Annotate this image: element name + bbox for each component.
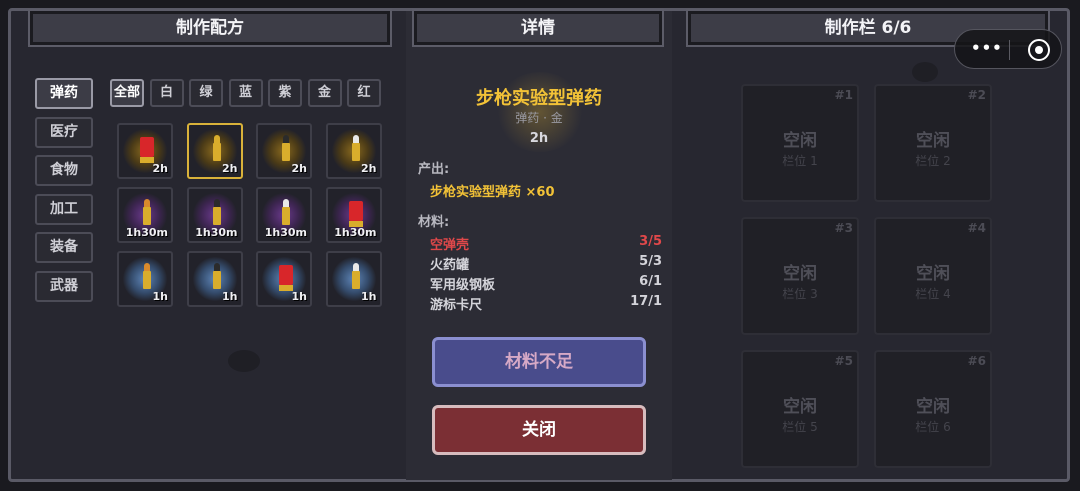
item-subtitle: 弹药 · 金 [515,111,563,125]
rarity-filter[interactable]: 金 [307,79,342,107]
output-label: 产出: [418,162,450,177]
category-tab[interactable]: 武器 [35,270,93,302]
category-tab[interactable]: 医疗 [35,116,93,148]
material-name: 军用级钢板 [430,278,496,293]
material-qty: 6/1 [639,274,662,289]
material-qty: 5/3 [639,254,662,269]
craft-time: 1h [152,290,169,303]
output-value: 步枪实验型弹药 ×60 [430,185,555,200]
craft-panel [682,11,1054,480]
craft-time: 1h [361,290,377,303]
recipe-panel-title: 制作配方 [28,9,392,47]
rarity-filter[interactable]: 红 [347,79,381,107]
bullet-icon [143,199,151,225]
bullet-icon [212,263,221,289]
material-name: 游标卡尺 [430,298,483,313]
recipe-item[interactable]: 1h [256,251,312,307]
category-tab[interactable]: 装备 [35,232,93,263]
recipe-item[interactable]: 1h [186,251,243,307]
slot-number: #3 [834,221,853,235]
rarity-filter[interactable]: 紫 [268,79,302,107]
bullet-icon [143,263,151,289]
bullet-icon [212,135,221,161]
slot-status: 空闲 [783,264,817,284]
shotgun-shell-icon [140,137,154,163]
recipe-item[interactable]: 1h30m [256,187,312,243]
recipe-item[interactable]: 1h30m [325,187,382,243]
craft-time: 2h [291,162,308,175]
craft-time: 2h [152,162,169,175]
slot-number: #2 [967,88,986,102]
material-name: 空弹壳 [430,238,470,253]
material-name: 火药罐 [430,258,470,273]
category-tab[interactable]: 食物 [35,155,93,186]
rarity-filter[interactable]: 白 [149,79,184,107]
craft-slot[interactable]: #5 空闲栏位 5 [741,350,859,468]
recipe-item[interactable]: 1h [325,251,382,307]
target-icon[interactable] [1028,39,1050,61]
recipe-item[interactable]: 1h30m [186,187,243,243]
recipe-item[interactable]: 2h [117,123,173,179]
craft-time: 2h [361,162,377,175]
bullet-icon [351,135,360,161]
more-dots-icon[interactable]: ••• [971,39,1003,57]
rarity-filter[interactable]: 全部 [110,79,144,107]
mini-program-capsule: ••• [954,29,1062,69]
bullet-icon [282,135,290,161]
slot-label: 栏位 6 [915,420,951,434]
recipe-item[interactable]: 2h [325,123,382,179]
bullet-icon [212,199,221,225]
slot-number: #6 [967,354,986,368]
craft-time: 1h [222,290,238,303]
craft-slot[interactable]: #1 空闲栏位 1 [741,84,859,202]
craft-slot[interactable]: #3 空闲栏位 3 [741,217,859,335]
category-tab[interactable]: 加工 [35,193,93,225]
detail-panel-title: 详情 [412,9,664,47]
craft-slot[interactable]: #6 空闲栏位 6 [874,350,992,468]
slot-label: 栏位 2 [915,154,951,168]
craft-time: 2h [222,162,238,175]
recipe-item[interactable]: 1h30m [117,187,173,243]
slot-status: 空闲 [916,264,950,284]
rarity-filter[interactable]: 蓝 [228,79,263,107]
recipe-item[interactable]: 2h [256,123,312,179]
craft-slot[interactable]: #2 空闲栏位 2 [874,84,992,202]
slot-status: 空闲 [783,131,817,151]
shotgun-shell-icon [348,201,363,227]
rarity-filter[interactable]: 绿 [189,79,223,107]
slot-status: 空闲 [916,397,950,417]
recipe-item[interactable]: 2h [186,123,243,179]
craft-slot[interactable]: #4 空闲栏位 4 [874,217,992,335]
item-craft-time: 2h [529,131,549,146]
craft-time: 1h30m [264,226,307,239]
capsule-divider [1009,40,1010,60]
slot-number: #5 [834,354,853,368]
bullet-icon [351,263,360,289]
slot-label: 栏位 5 [782,420,818,434]
insufficient-materials-button[interactable]: 材料不足 [432,337,646,387]
close-button[interactable]: 关闭 [432,405,646,455]
slot-label: 栏位 3 [782,287,818,301]
materials-label: 材料: [418,215,450,230]
craft-time: 1h30m [334,226,377,239]
material-qty: 3/5 [639,234,662,249]
craft-time: 1h30m [195,226,238,239]
bullet-icon [282,199,290,225]
category-tab[interactable]: 弹药 [35,78,93,109]
slot-status: 空闲 [783,397,817,417]
item-name: 步枪实验型弹药 [476,88,602,109]
slot-number: #1 [834,88,853,102]
recipe-item[interactable]: 1h [117,251,173,307]
material-qty: 17/1 [630,294,662,309]
slot-number: #4 [967,221,986,235]
craft-time: 1h [291,290,308,303]
craft-time: 1h30m [125,226,168,239]
slot-status: 空闲 [916,131,950,151]
shotgun-shell-icon [279,265,293,291]
slot-label: 栏位 4 [915,287,951,301]
slot-label: 栏位 1 [782,154,818,168]
